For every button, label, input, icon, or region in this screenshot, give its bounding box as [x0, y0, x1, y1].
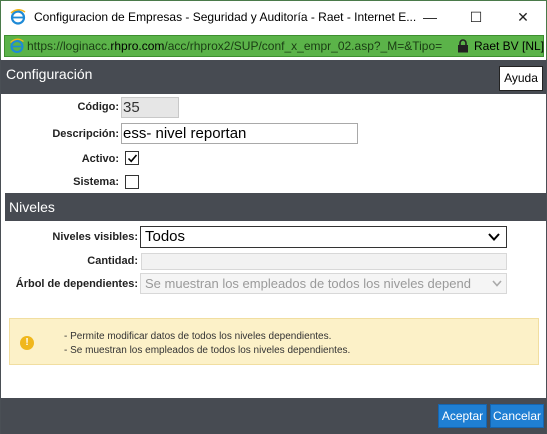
address-bar: https://loginacc.rhpro.com/acc/rhprox2/S… [0, 33, 547, 59]
dialog-content: Configuración Ayuda Código: 35 Descripci… [0, 59, 547, 434]
chevron-down-icon [488, 233, 500, 241]
help-button[interactable]: Ayuda [499, 66, 543, 91]
niveles-section-title: Niveles [9, 199, 55, 215]
page-header: Configuración Ayuda [1, 60, 546, 94]
arbol-dependientes-label: Árbol de dependientes: [15, 278, 138, 290]
url-text: https://loginacc.rhpro.com/acc/rhprox2/S… [27, 39, 447, 53]
url-domain: rhpro.com [110, 39, 165, 53]
maximize-button[interactable]: ☐ [453, 1, 499, 33]
lock-icon [458, 39, 468, 53]
niveles-section-header: Niveles [5, 193, 546, 221]
cantidad-input [141, 253, 507, 270]
dialog-footer: Aceptar Cancelar [1, 398, 546, 434]
sistema-label: Sistema: [73, 176, 119, 188]
page-icon [10, 38, 24, 53]
arbol-dependientes-value: Se muestran los empleados de todos los n… [145, 276, 471, 291]
descripcion-label: Descripción: [52, 128, 119, 140]
descripcion-input[interactable]: ess- nivel reportan [121, 123, 358, 144]
info-alert: ! - Permite modificar datos de todos los… [9, 318, 539, 365]
activo-label: Activo: [81, 153, 119, 165]
alert-line-2: - Se muestran los empleados de todos los… [64, 345, 351, 356]
alert-line-1: - Permite modificar datos de todos los n… [64, 331, 332, 342]
internet-explorer-icon [10, 9, 26, 25]
exclamation-icon: ! [20, 336, 34, 350]
arbol-dependientes-select: Se muestran los empleados de todos los n… [140, 273, 507, 294]
close-button[interactable]: ✕ [500, 1, 546, 33]
niveles-visibles-value: Todos [145, 228, 186, 245]
cantidad-label: Cantidad: [87, 255, 138, 267]
niveles-visibles-select[interactable]: Todos [140, 226, 507, 248]
url-path: /acc/rhprox2/SUP/conf_x_empr_02.asp?_M=&… [164, 39, 443, 53]
accept-button[interactable]: Aceptar [438, 404, 487, 428]
codigo-field: 35 [121, 97, 179, 118]
niveles-visibles-label: Niveles visibles: [52, 231, 138, 243]
cancel-button[interactable]: Cancelar [490, 404, 544, 428]
chevron-down-icon [492, 280, 502, 287]
window-titlebar: Configuracion de Empresas - Seguridad y … [0, 0, 547, 33]
codigo-label: Código: [77, 101, 119, 113]
url-prefix: https://loginacc. [27, 39, 111, 53]
certificate-label[interactable]: Raet BV [NL] [474, 39, 544, 53]
minimize-button[interactable]: — [407, 1, 453, 33]
activo-checkbox[interactable] [125, 151, 139, 165]
window-title: Configuracion de Empresas - Seguridad y … [34, 10, 417, 24]
page-title: Configuración [6, 66, 93, 82]
sistema-checkbox[interactable] [125, 175, 139, 189]
checkmark-icon [127, 154, 138, 163]
address-field[interactable]: https://loginacc.rhpro.com/acc/rhprox2/S… [4, 35, 544, 57]
